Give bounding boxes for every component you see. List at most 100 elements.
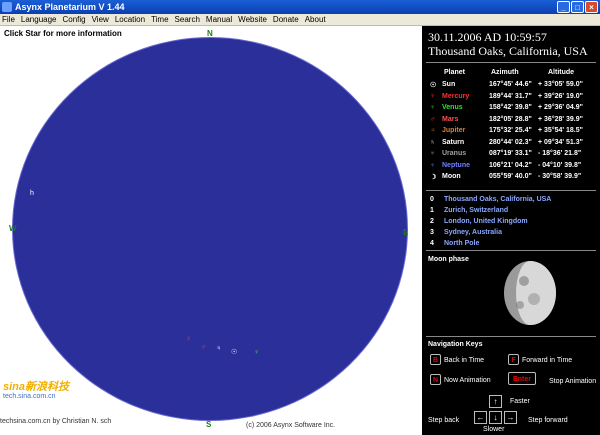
planet-row[interactable]: ☽ Moon 055°59' 40.0" - 30°58' 39.9" xyxy=(422,173,600,184)
menu-website[interactable]: Website xyxy=(238,14,267,25)
planet-row[interactable]: ♀ Venus 158°42' 39.8" + 29°36' 04.9" xyxy=(422,104,600,115)
planet-symbol-icon: ♄ xyxy=(430,138,436,146)
planet-row[interactable]: ♃ Jupiter 175°32' 25.4" + 35°54' 18.5" xyxy=(422,127,600,138)
planet-azimuth: 280°44' 02.3" xyxy=(489,138,532,146)
menu-config[interactable]: Config xyxy=(62,14,85,25)
col-azimuth: Azimuth xyxy=(491,69,519,76)
sky-disc[interactable] xyxy=(12,37,408,421)
divider xyxy=(426,62,596,63)
planet-row[interactable]: ♂ Mars 182°05' 28.8" + 36°28' 39.9" xyxy=(422,116,600,127)
moon-phase-icon xyxy=(504,261,556,325)
enter-key[interactable]: Enter xyxy=(508,372,536,385)
planet-name: Mercury xyxy=(442,92,470,100)
menu-donate[interactable]: Donate xyxy=(273,14,299,25)
planet-azimuth: 175°32' 25.4" xyxy=(489,127,532,134)
planet-name: Saturn xyxy=(442,138,465,146)
arrow-left-key[interactable]: ← xyxy=(474,411,487,424)
planet-name: Moon xyxy=(442,173,461,180)
planet-symbol-icon: ♂ xyxy=(430,115,436,123)
divider xyxy=(426,250,596,251)
menu-file[interactable]: File xyxy=(2,14,15,25)
menu-view[interactable]: View xyxy=(92,14,109,25)
planet-symbol-icon: ♀ xyxy=(430,104,436,111)
info-panel: 30.11.2006 AD 10:59:57 Thousand Oaks, Ca… xyxy=(422,26,600,435)
planet-altitude: + 36°28' 39.9" xyxy=(538,115,583,123)
arrow-up-key[interactable]: ↑ xyxy=(489,395,502,408)
mercury-marker[interactable]: ☿ xyxy=(186,336,191,343)
planet-azimuth: 158°42' 39.8" xyxy=(489,104,532,111)
planet-row[interactable]: ☿ Mercury 189°44' 31.7" + 39°26' 19.0" xyxy=(422,93,600,104)
col-planet: Planet xyxy=(444,69,466,76)
slower-label: Slower xyxy=(483,426,505,433)
planet-symbol-icon: ♅ xyxy=(430,150,436,157)
menu-bar: File Language Config View Location Time … xyxy=(0,14,600,26)
planet-azimuth: 087°19' 33.1" xyxy=(489,150,532,157)
location-name: London, United Kingdom xyxy=(444,218,528,225)
menu-manual[interactable]: Manual xyxy=(206,14,232,25)
planet-altitude: - 18°36' 21.8" xyxy=(538,150,582,157)
jupiter-marker[interactable]: ♃ xyxy=(216,345,221,352)
planet-symbol-icon: ☿ xyxy=(430,92,436,100)
compass-south: S xyxy=(206,420,212,429)
back-in-time-key[interactable]: B xyxy=(430,354,441,365)
planet-altitude: + 35°54' 18.5" xyxy=(538,127,583,134)
menu-time[interactable]: Time xyxy=(151,14,168,25)
planet-name: Jupiter xyxy=(442,127,466,134)
planet-altitude: + 29°36' 04.9" xyxy=(538,104,583,111)
sky-view[interactable]: Click Star for more information N W E S … xyxy=(0,26,422,435)
menu-about[interactable]: About xyxy=(305,14,326,25)
divider xyxy=(426,190,596,191)
location-number: 0 xyxy=(430,196,434,203)
minimize-button[interactable]: _ xyxy=(557,1,570,13)
menu-language[interactable]: Language xyxy=(21,14,57,25)
now-animation-key[interactable]: N xyxy=(430,374,441,385)
planet-name: Mars xyxy=(442,115,459,123)
copyright-text: (c) 2006 Asynx Software Inc. xyxy=(246,422,336,429)
planet-name: Uranus xyxy=(442,150,467,157)
mars-marker[interactable]: ♂ xyxy=(201,344,206,351)
faster-label: Faster xyxy=(510,398,530,405)
sky-object-label[interactable]: h xyxy=(30,190,34,197)
location-name: North Pole xyxy=(444,240,480,247)
planet-symbol-icon: ♃ xyxy=(430,127,436,134)
planet-row[interactable]: ☉ Sun 167°45' 44.6" + 33°05' 59.0" xyxy=(422,81,600,92)
planet-azimuth: 167°45' 44.6" xyxy=(489,81,532,88)
sina-watermark-url: tech.sina.com.cn xyxy=(3,393,56,400)
forward-in-time-label: Forward in Time xyxy=(522,357,573,364)
planet-altitude: + 39°26' 19.0" xyxy=(538,92,583,100)
compass-west: W xyxy=(9,224,17,233)
planet-row[interactable]: ♅ Uranus 087°19' 33.1" - 18°36' 21.8" xyxy=(422,150,600,161)
planet-altitude: - 04°10' 39.8" xyxy=(538,161,582,169)
location-number: 2 xyxy=(430,218,434,225)
moon-phase-title: Moon phase xyxy=(428,256,469,263)
menu-search[interactable]: Search xyxy=(175,14,200,25)
planet-altitude: + 09°34' 51.3" xyxy=(538,138,583,146)
venus-marker[interactable]: ♀ xyxy=(254,349,259,356)
divider xyxy=(426,336,596,337)
window-title: Asynx Planetarium V 1.44 xyxy=(15,2,125,12)
location-name: Sydney, Australia xyxy=(444,229,502,236)
title-bar: Asynx Planetarium V 1.44 _ □ × xyxy=(0,0,600,14)
planet-row[interactable]: ♄ Saturn 280°44' 02.3" + 09°34' 51.3" xyxy=(422,139,600,150)
credit-text: techsina.com.cn by Christian N. sch xyxy=(0,418,112,425)
planet-azimuth: 106°21' 04.2" xyxy=(489,161,532,169)
col-altitude: Altitude xyxy=(548,69,575,76)
close-button[interactable]: × xyxy=(585,1,598,13)
planet-name: Sun xyxy=(442,81,456,88)
location-name: Thousand Oaks, California, USA xyxy=(444,196,552,203)
step-forward-label: Step forward xyxy=(528,417,568,424)
planet-symbol-icon: ♆ xyxy=(430,161,436,169)
datetime-display: 30.11.2006 AD 10:59:57 xyxy=(428,30,547,44)
nav-keys-title: Navigation Keys xyxy=(428,341,483,348)
planet-row[interactable]: ♆ Neptune 106°21' 04.2" - 04°10' 39.8" xyxy=(422,162,600,173)
sun-marker[interactable]: ☉ xyxy=(231,348,237,356)
arrow-down-key[interactable]: ↓ xyxy=(489,411,502,424)
menu-location[interactable]: Location xyxy=(115,14,145,25)
arrow-right-key[interactable]: → xyxy=(504,411,517,424)
maximize-button[interactable]: □ xyxy=(571,1,584,13)
planet-azimuth: 055°59' 40.0" xyxy=(489,173,532,180)
forward-in-time-key[interactable]: F xyxy=(508,354,519,365)
planet-altitude: + 33°05' 59.0" xyxy=(538,81,583,88)
planet-azimuth: 189°44' 31.7" xyxy=(489,92,532,100)
now-animation-label: Now Animation xyxy=(444,377,491,384)
